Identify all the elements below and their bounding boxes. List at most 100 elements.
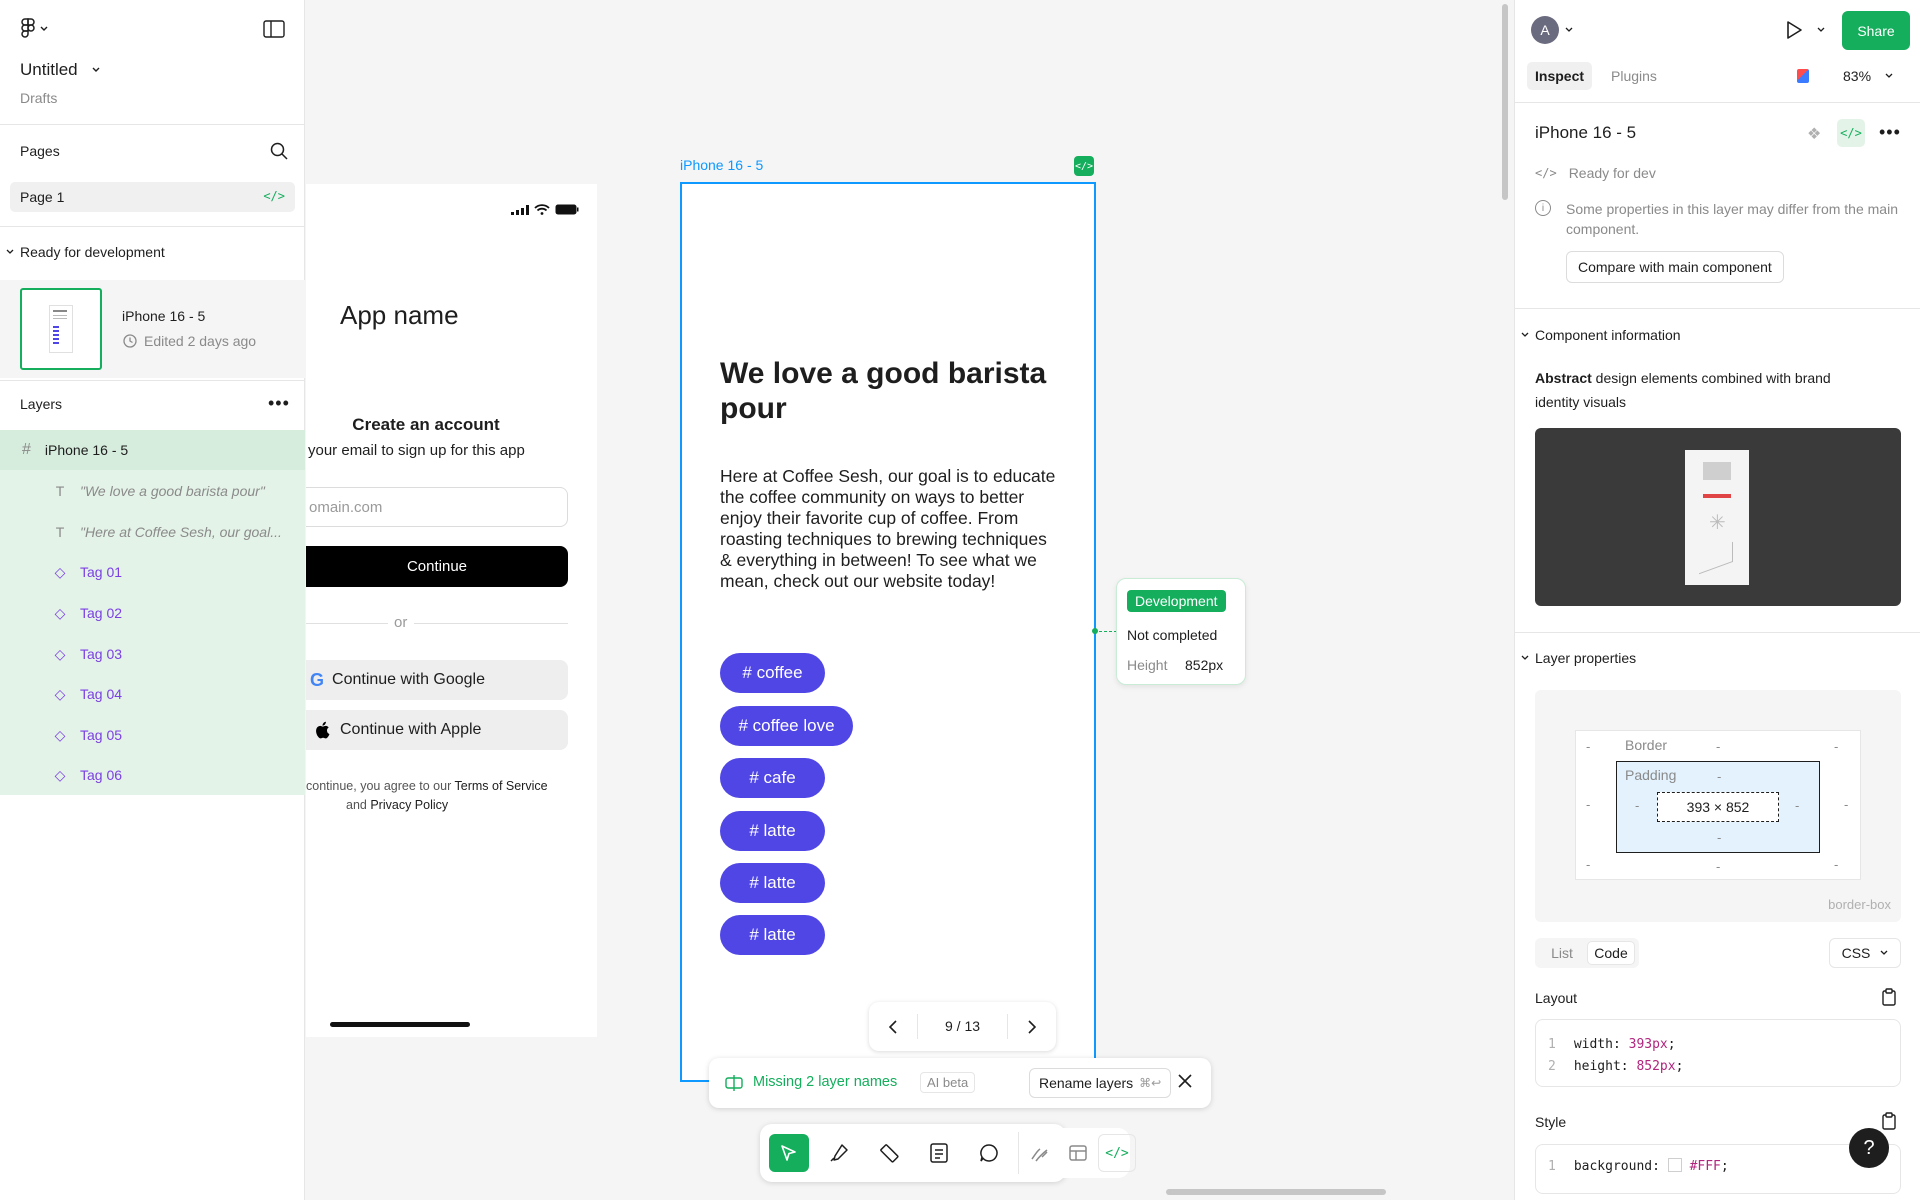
dev-status-popover[interactable]: Development Not completed Height 852px xyxy=(1116,578,1246,685)
previous-frame-button[interactable] xyxy=(869,1002,917,1051)
account-menu[interactable]: A xyxy=(1531,16,1573,44)
signup-heading: Create an account xyxy=(352,415,500,434)
terms-link[interactable]: Terms of Service xyxy=(455,779,548,793)
view-code-button[interactable]: Code xyxy=(1587,941,1635,965)
status-bar xyxy=(511,204,579,215)
tag-05[interactable]: # latte xyxy=(720,863,825,903)
draw-tool-button[interactable] xyxy=(1022,1134,1058,1172)
code-line: 1 width: 393px; xyxy=(1548,1034,1888,1056)
apple-signin-button[interactable]: Continue with Apple xyxy=(306,710,568,750)
cursor-icon xyxy=(781,1145,796,1161)
description-bold: Abstract xyxy=(1535,370,1592,386)
tag-04[interactable]: # latte xyxy=(720,811,825,851)
dev-status-icon[interactable]: </> xyxy=(1074,156,1094,176)
code-line: 2 height: 852px; xyxy=(1548,1056,1888,1078)
layer-row-tag-06[interactable]: ◇ Tag 06 xyxy=(0,755,305,795)
layers-heading: Layers xyxy=(20,396,63,412)
canvas[interactable]: App name Create an account your email to… xyxy=(306,0,1514,1200)
dev-plugin-icon[interactable] xyxy=(1797,69,1809,83)
divider xyxy=(1018,1132,1019,1174)
tag-01[interactable]: # coffee xyxy=(720,653,825,693)
content-size: 393 × 852 xyxy=(1657,792,1779,822)
dev-resources-tool-button[interactable] xyxy=(1060,1134,1096,1172)
line-number: 2 xyxy=(1548,1059,1556,1074)
play-icon xyxy=(1787,21,1802,39)
signup-frame[interactable]: App name Create an account your email to… xyxy=(306,184,597,1037)
layer-properties-heading: Layer properties xyxy=(1535,650,1637,666)
code-view-icon[interactable]: </> xyxy=(1837,119,1865,147)
help-button[interactable]: ? xyxy=(1849,1128,1889,1168)
vertical-scrollbar[interactable] xyxy=(1502,4,1508,200)
comment-tool-button[interactable] xyxy=(969,1134,1009,1172)
layout-code-block[interactable]: 1 width: 393px; 2 height: 852px; xyxy=(1535,1019,1901,1087)
file-title-button[interactable]: Untitled xyxy=(20,60,100,80)
chevron-down-icon xyxy=(92,67,100,72)
page-item-page-1[interactable]: Page 1 </> xyxy=(10,182,295,212)
frame-label[interactable]: iPhone 16 - 5 xyxy=(680,157,763,173)
copy-icon[interactable] xyxy=(1881,988,1897,1009)
layer-row-text[interactable]: T "Here at Coffee Sesh, our goal... xyxy=(0,512,305,552)
border-box: - Border - - - - - - - Padding - - - - 3… xyxy=(1575,730,1861,880)
tag-02[interactable]: # coffee love xyxy=(720,706,853,746)
layer-properties-section-toggle[interactable]: Layer properties xyxy=(1521,650,1636,666)
email-input[interactable]: omain.com xyxy=(306,487,568,527)
layer-row-tag-05[interactable]: ◇ Tag 05 xyxy=(0,715,305,755)
zoom-control[interactable]: 83% xyxy=(1843,68,1893,84)
code-language-select[interactable]: CSS xyxy=(1829,938,1901,968)
layer-row-tag-01[interactable]: ◇ Tag 01 xyxy=(0,552,305,592)
ready-for-dev-section-toggle[interactable]: Ready for development xyxy=(6,244,165,260)
component-icon[interactable]: ❖ xyxy=(1807,124,1821,144)
continue-button[interactable]: Continue xyxy=(306,546,568,587)
box-dash: - xyxy=(1716,739,1721,754)
layer-name: "We love a good barista pour" xyxy=(80,483,265,499)
share-button[interactable]: Share xyxy=(1842,11,1910,50)
figma-logo-icon xyxy=(21,18,35,38)
layer-row-text[interactable]: T "We love a good barista pour" xyxy=(0,471,305,511)
layer-row-iphone-16-5[interactable]: # iPhone 16 - 5 xyxy=(0,430,305,470)
next-frame-button[interactable] xyxy=(1008,1002,1056,1051)
present-button[interactable] xyxy=(1785,20,1825,40)
move-tool-button[interactable] xyxy=(769,1134,809,1172)
compare-main-component-button[interactable]: Compare with main component xyxy=(1566,251,1784,283)
divider xyxy=(414,623,568,624)
ready-item[interactable]: iPhone 16 - 5 Edited 2 days ago xyxy=(0,280,305,378)
component-instance-icon: ◇ xyxy=(54,645,66,662)
more-options-icon[interactable]: ••• xyxy=(1879,122,1901,143)
annotate-tool-button[interactable] xyxy=(919,1134,959,1172)
more-options-icon[interactable]: ••• xyxy=(268,394,290,412)
search-icon[interactable] xyxy=(270,142,288,163)
component-info-section-toggle[interactable]: Component information xyxy=(1521,327,1681,343)
dev-resources-icon xyxy=(1069,1145,1087,1161)
style-code-block[interactable]: 1 background: #FFF; xyxy=(1535,1144,1901,1194)
draw-icon xyxy=(1031,1148,1048,1162)
code-property: height: xyxy=(1573,1059,1629,1074)
layer-row-tag-04[interactable]: ◇ Tag 04 xyxy=(0,674,305,714)
rename-layers-icon xyxy=(725,1075,743,1091)
google-signin-button[interactable]: G Continue with Google xyxy=(306,660,568,700)
tag-03[interactable]: # cafe xyxy=(720,758,825,798)
layer-row-tag-02[interactable]: ◇ Tag 02 xyxy=(0,593,305,633)
pen-tool-button[interactable] xyxy=(819,1134,859,1172)
component-instance-icon: ◇ xyxy=(54,604,66,621)
tab-inspect[interactable]: Inspect xyxy=(1527,62,1593,90)
copy-icon[interactable] xyxy=(1881,1112,1897,1133)
rename-layers-button[interactable]: Rename layers ⌘↩ xyxy=(1029,1068,1172,1098)
divider xyxy=(0,380,304,381)
frame-thumbnail xyxy=(20,288,102,370)
toggle-sidebar-icon[interactable] xyxy=(263,20,285,41)
page-name: Page 1 xyxy=(20,189,65,205)
layer-row-tag-03[interactable]: ◇ Tag 03 xyxy=(0,634,305,674)
measure-tool-button[interactable] xyxy=(869,1134,909,1172)
tag-06[interactable]: # latte xyxy=(720,915,825,955)
layer-name: Tag 03 xyxy=(80,646,123,662)
tab-plugins[interactable]: Plugins xyxy=(1611,68,1657,84)
dev-mode-tool-button[interactable]: </> xyxy=(1098,1134,1136,1172)
box-dash: - xyxy=(1834,739,1839,754)
chevron-down-icon xyxy=(1885,73,1893,78)
horizontal-scrollbar[interactable] xyxy=(1166,1189,1386,1195)
main-menu-button[interactable] xyxy=(20,18,48,40)
view-list-button[interactable]: List xyxy=(1539,941,1585,965)
selected-frame-iphone-16-5[interactable]: We love a good barista pour Here at Coff… xyxy=(680,182,1096,1082)
privacy-link[interactable]: Privacy Policy xyxy=(370,798,448,812)
close-icon[interactable] xyxy=(1177,1073,1193,1092)
